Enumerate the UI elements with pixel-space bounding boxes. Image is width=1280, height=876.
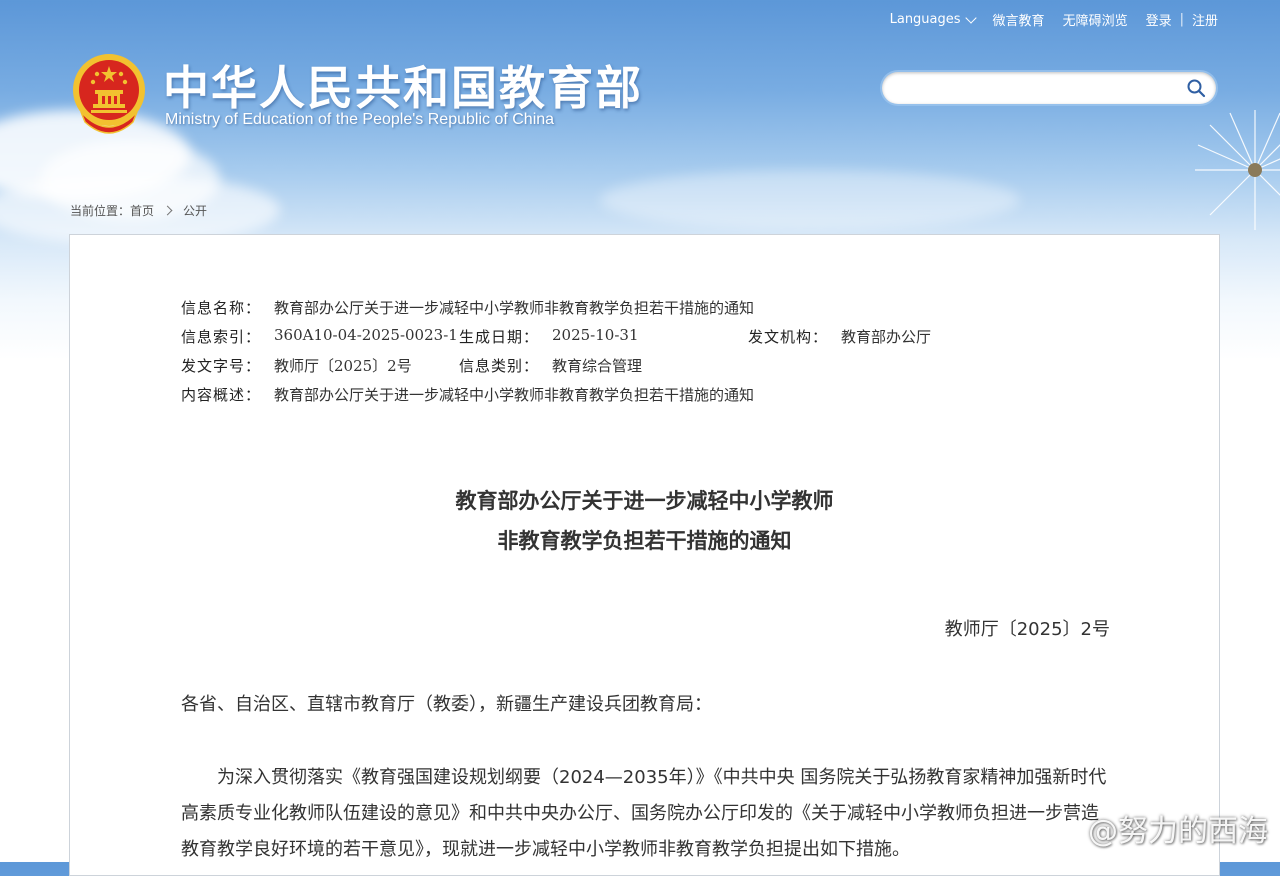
breadcrumb-public-link[interactable]: 公开 (183, 202, 207, 219)
watermark-text: @努力的西海 (1088, 814, 1268, 849)
chevron-right-icon (162, 205, 173, 216)
national-emblem-icon[interactable] (71, 52, 147, 134)
link-divider: | (1179, 12, 1184, 27)
register-link[interactable]: 注册 (1192, 10, 1218, 29)
weiyan-link[interactable]: 微言教育 (993, 10, 1045, 29)
site-name-chinese[interactable]: 中华人民共和国教育部 (163, 52, 643, 118)
accessible-browse-link[interactable]: 无障碍浏览 (1063, 10, 1128, 29)
document-number: 教师厅〔2025〕2号 (944, 619, 1110, 640)
search-icon[interactable] (1186, 78, 1206, 98)
languages-dropdown[interactable]: Languages (889, 11, 977, 27)
document-body: 为深入贯彻落实《教育强国建设规划纲要（2024—2035年）》《中共中央 国务院… (181, 760, 1111, 868)
document-title-line1: 教育部办公厅关于进一步减轻中小学教师 (455, 489, 834, 513)
meta-summary-label: 内容概述： (181, 386, 262, 404)
breadcrumb-prefix: 当前位置： (70, 204, 131, 218)
breadcrumb: 当前位置： 首页 公开 (70, 202, 207, 219)
meta-category-value: 教育综合管理 (552, 357, 643, 375)
meta-date-value: 2025-10-31 (552, 326, 639, 344)
search-box (882, 72, 1216, 104)
weibo-icon (1048, 817, 1081, 843)
meta-docno-value: 教师厅〔2025〕2号 (274, 357, 412, 375)
meta-org-label: 发文机构： (748, 328, 829, 346)
meta-index-value: 360A10-04-2025-0023-1 (274, 326, 458, 344)
meta-index-label: 信息索引： (181, 328, 262, 346)
body-paragraph: 为深入贯彻落实《教育强国建设规划纲要（2024—2035年）》《中共中央 国务院… (181, 767, 1107, 860)
languages-label: Languages (889, 12, 961, 27)
weibo-watermark: @努力的西海 (1048, 806, 1268, 850)
cloud-decoration (600, 170, 1020, 230)
meta-name-value: 教育部办公厅关于进一步减轻中小学教师非教育教学负担若干措施的通知 (274, 299, 755, 317)
meta-summary-value: 教育部办公厅关于进一步减轻中小学教师非教育教学负担若干措施的通知 (274, 386, 755, 404)
meta-name-label: 信息名称： (181, 299, 262, 317)
document-title-line2: 非教育教学负担若干措施的通知 (497, 529, 792, 553)
top-links-bar: Languages 微言教育 无障碍浏览 登录 | 注册 (890, 10, 1218, 29)
meta-docno-label: 发文字号： (181, 357, 262, 375)
meta-date-label: 生成日期： (459, 328, 540, 346)
content-card: 信息名称： 教育部办公厅关于进一步减轻中小学教师非教育教学负担若干措施的通知 信… (69, 234, 1220, 876)
chevron-down-icon (964, 11, 977, 24)
dandelion-decoration (1195, 110, 1280, 230)
breadcrumb-home-link[interactable]: 首页 (130, 202, 154, 219)
meta-org-value: 教育部办公厅 (841, 328, 932, 346)
search-input[interactable] (896, 72, 1180, 104)
document-salutation: 各省、自治区、直辖市教育厅（教委），新疆生产建设兵团教育局： (181, 694, 712, 715)
login-link[interactable]: 登录 (1146, 10, 1172, 29)
meta-category-label: 信息类别： (459, 357, 540, 375)
site-name-english: Ministry of Education of the People's Re… (165, 111, 555, 128)
